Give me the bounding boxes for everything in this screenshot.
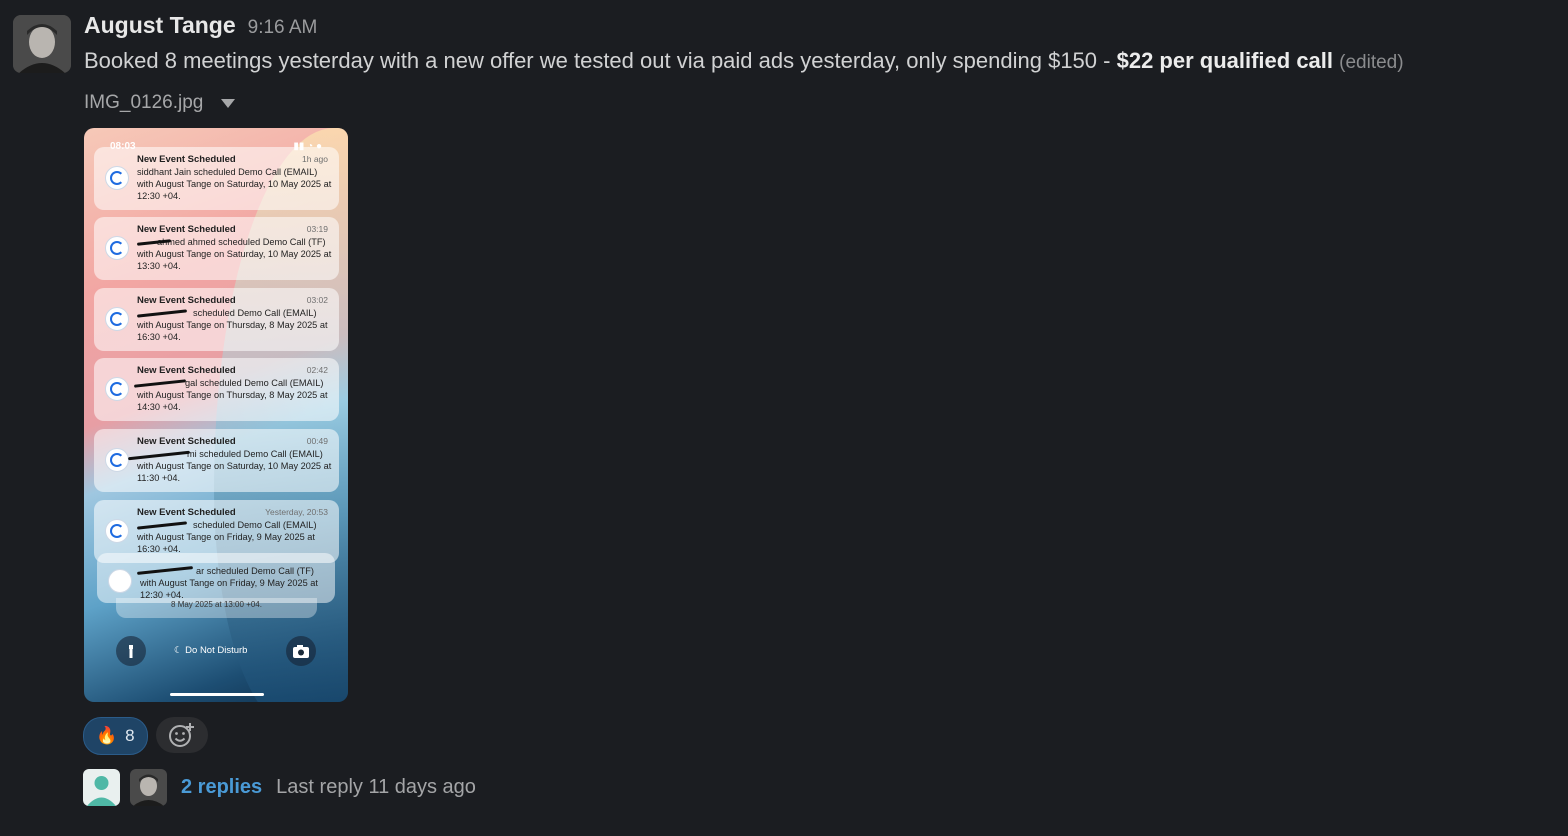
notification-title: New Event Scheduled [137,224,236,235]
message-bold-text: $22 per qualified call [1116,48,1334,73]
author-name[interactable]: August Tange [84,12,236,39]
do-not-disturb-label: ☾ Do Not Disturb [174,645,248,656]
calendly-icon [105,448,129,472]
message-header: August Tange 9:16 AM [84,12,317,39]
notification-card: New Event Scheduled 1h ago siddhant Jain… [94,147,339,210]
replier-avatar [130,769,167,806]
notification-stack-tail: 8 May 2025 at 13:00 +04. [116,598,317,618]
notification-title: New Event Scheduled [137,154,236,165]
notification-time: 1h ago [302,154,328,164]
calendly-icon [105,236,129,260]
message-text: Booked 8 meetings yesterday with a new o… [84,48,1404,74]
flashlight-icon [116,636,146,666]
attachment-image[interactable]: 08:03 ▮▮ ◔ ● New Event Scheduled 1h ago … [84,128,348,702]
notification-card: New Event Scheduled 03:02 scheduled Demo… [94,288,339,351]
reaction-count: 8 [125,726,135,745]
author-avatar[interactable] [13,15,71,73]
notification-title: New Event Scheduled [137,365,236,376]
chevron-down-icon[interactable] [221,98,236,108]
add-emoji-icon [168,723,194,747]
notification-title: New Event Scheduled [137,507,236,518]
reactions-bar: 🔥 8 [83,717,208,755]
calendly-icon [105,519,129,543]
notification-time: 03:19 [306,224,328,234]
add-reaction-button[interactable] [155,717,208,753]
notification-card: New Event Scheduled 03:19 ahmed ahmed sc… [94,217,339,280]
attachment-header: IMG_0126.jpg [84,92,236,114]
notification-card: New Event Scheduled Yesterday, 20:53 sch… [94,500,339,563]
fire-emoji-icon: 🔥 [96,726,118,745]
notification-card: New Event Scheduled 02:42 gal scheduled … [94,358,339,421]
notification-time: 00:49 [306,436,328,446]
notification-time: 03:02 [306,295,328,305]
message-timestamp[interactable]: 9:16 AM [248,17,318,39]
notification-body: siddhant Jain scheduled Demo Call (EMAIL… [137,167,332,201]
notification-time: 02:42 [306,365,328,375]
calendly-icon [105,166,129,190]
thread-summary[interactable]: 2 replies Last reply 11 days ago [83,769,476,806]
calendly-icon [105,377,129,401]
calendly-icon [105,307,129,331]
notification-time: Yesterday, 20:53 [265,507,328,517]
notification-title: New Event Scheduled [137,436,236,447]
attachment-filename[interactable]: IMG_0126.jpg [84,92,203,114]
notification-title: New Event Scheduled [137,295,236,306]
edited-label: (edited) [1339,52,1404,73]
notification-card: New Event Scheduled 00:49 mi scheduled D… [94,429,339,492]
replies-link[interactable]: 2 replies [181,776,262,799]
calendly-icon [108,569,132,593]
last-reply-text: Last reply 11 days ago [276,776,476,798]
reaction-fire[interactable]: 🔥 8 [83,717,148,755]
replier-avatar [83,769,120,806]
lockscreen-controls: ☾ Do Not Disturb [84,636,348,666]
home-indicator [170,693,264,696]
message-body: Booked 8 meetings yesterday with a new o… [84,48,1117,73]
dnd-text: Do Not Disturb [185,645,248,656]
camera-icon [286,636,316,666]
